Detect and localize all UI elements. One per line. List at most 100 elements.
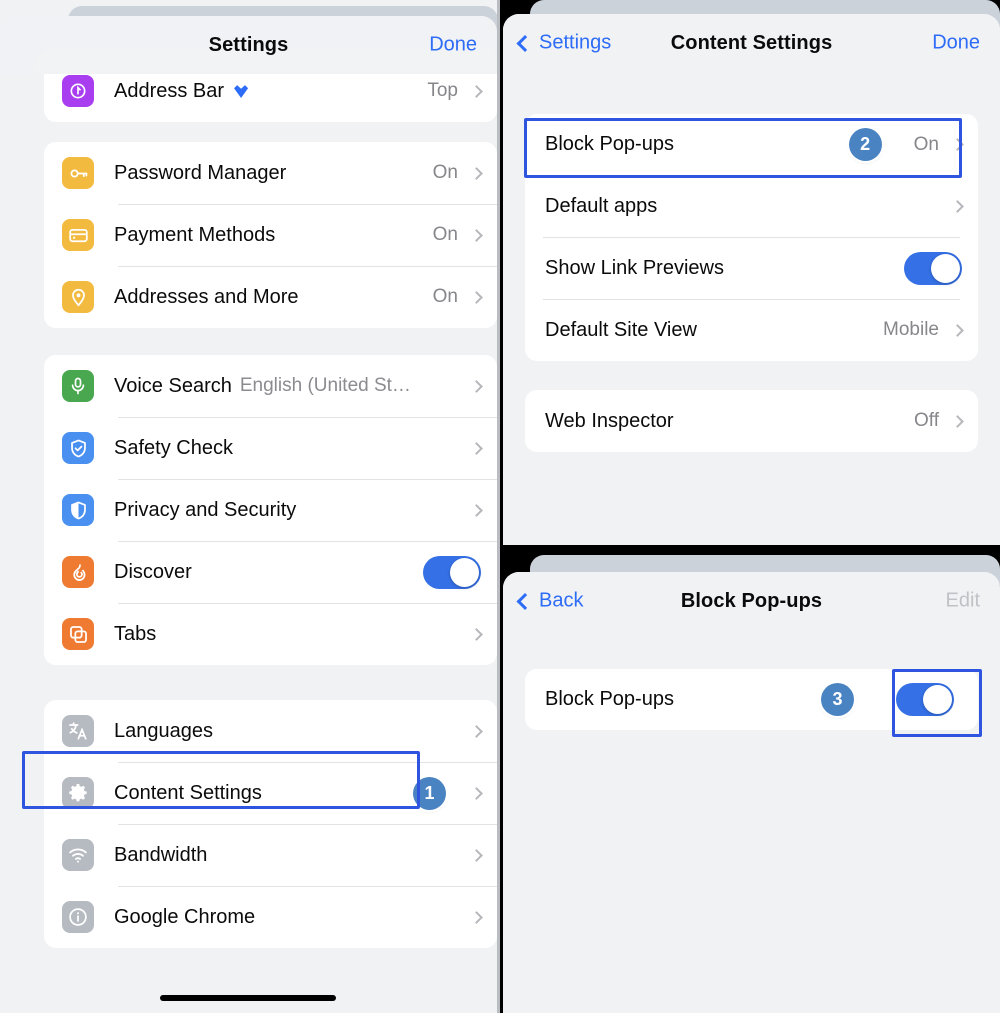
content-row-block-popups[interactable]: Block Pop-ups 2 On	[525, 114, 978, 175]
done-button[interactable]: Done	[429, 34, 477, 57]
info-circle-icon	[62, 901, 94, 933]
address-bar-badge-icon	[234, 85, 249, 98]
home-indicator	[160, 995, 336, 1001]
content-row-label: Web Inspector	[545, 409, 674, 432]
settings-row-label: Discover	[114, 560, 192, 583]
settings-scroll-area[interactable]: Address Bar Top Password Manager On Paym…	[0, 16, 497, 1013]
settings-row-tabs[interactable]: Tabs	[44, 603, 497, 665]
settings-row-label: Google Chrome	[114, 905, 256, 928]
back-to-settings-button[interactable]: Settings	[516, 31, 612, 55]
list-group-block-popups: Block Pop-ups 3	[525, 669, 978, 730]
chevron-right-icon	[470, 379, 483, 393]
location-pin-icon	[62, 281, 94, 313]
content-settings-sheet: Settings Content Settings Done Block Pop…	[503, 14, 1000, 545]
flame-icon	[62, 556, 94, 588]
block-popups-panel: Back Block Pop-ups Edit Block Pop-ups 3	[500, 545, 1000, 1013]
page-title: Content Settings	[670, 31, 833, 54]
settings-row-label: Password Manager	[114, 161, 287, 184]
settings-row-value: On	[432, 286, 458, 307]
settings-row-privacy-and-security[interactable]: Privacy and Security	[44, 479, 497, 541]
gear-icon	[62, 777, 94, 809]
tabs-icon	[62, 618, 94, 650]
page-title: Settings	[208, 33, 289, 56]
settings-row-voice-search[interactable]: Voice Search English (United St…	[44, 355, 497, 417]
address-bar-icon	[62, 75, 94, 107]
content-row-default-apps[interactable]: Default apps	[525, 175, 978, 237]
content-row-label: Default apps	[545, 194, 658, 217]
list-group-content: Block Pop-ups 2 On Default apps Show Lin…	[525, 114, 978, 361]
wifi-icon	[62, 839, 94, 871]
settings-row-payment-methods[interactable]: Payment Methods On	[44, 204, 497, 266]
settings-row-discover[interactable]: Discover	[44, 541, 497, 603]
block-popups-row-label: Block Pop-ups	[545, 688, 674, 710]
edit-button[interactable]: Edit	[946, 590, 980, 613]
settings-row-label: Privacy and Security	[114, 498, 297, 521]
translate-icon	[62, 715, 94, 747]
settings-row-google-chrome[interactable]: Google Chrome	[44, 886, 497, 948]
done-button[interactable]: Done	[932, 32, 980, 55]
step-badge-1: 1	[413, 776, 446, 810]
back-button-label: Settings	[539, 31, 612, 54]
content-row-label: Show Link Previews	[545, 256, 724, 279]
discover-toggle[interactable]	[423, 555, 481, 589]
content-row-show-link-previews[interactable]: Show Link Previews	[525, 237, 978, 299]
chevron-left-icon	[516, 34, 534, 52]
show-link-previews-toggle[interactable]	[904, 251, 962, 285]
content-row-value: On	[913, 133, 939, 155]
settings-row-label: Voice Search	[114, 374, 232, 397]
content-row-label: Default Site View	[545, 318, 697, 341]
settings-row-password-manager[interactable]: Password Manager On	[44, 142, 497, 204]
page-title: Block Pop-ups	[680, 589, 823, 612]
content-row-value: Mobile	[883, 319, 939, 340]
chevron-right-icon	[470, 786, 483, 800]
content-settings-navbar: Settings Content Settings Done	[503, 14, 1000, 72]
shield-half-icon	[62, 494, 94, 526]
block-popups-scroll-area[interactable]: Block Pop-ups 3	[503, 630, 1000, 1013]
chevron-right-icon	[470, 84, 483, 98]
settings-row-label: Tabs	[114, 622, 157, 645]
settings-row-label: Addresses and More	[114, 285, 299, 308]
microphone-icon	[62, 370, 94, 402]
settings-row-value: On	[432, 224, 458, 245]
settings-row-value: On	[432, 162, 458, 183]
screenshot-stage: Address Bar Top Password Manager On Paym…	[0, 0, 1000, 1013]
settings-navbar: Settings Done	[0, 16, 497, 74]
chevron-right-icon	[470, 503, 483, 517]
block-popups-navbar: Back Block Pop-ups Edit	[503, 572, 1000, 630]
settings-row-label: Payment Methods	[114, 223, 276, 246]
block-popups-toggle[interactable]	[896, 683, 954, 716]
settings-row-value: Top	[427, 80, 458, 101]
settings-row-bandwidth[interactable]: Bandwidth	[44, 824, 497, 886]
credit-card-icon	[62, 219, 94, 251]
content-settings-scroll-area[interactable]: Block Pop-ups 2 On Default apps Show Lin…	[503, 72, 1000, 545]
block-popups-row[interactable]: Block Pop-ups 3	[525, 669, 978, 730]
content-row-label: Block Pop-ups	[545, 133, 674, 155]
settings-row-subvalue: English (United St…	[239, 375, 411, 396]
chevron-right-icon	[951, 323, 964, 337]
chevron-right-icon	[470, 290, 483, 304]
chevron-left-icon	[516, 592, 534, 610]
list-group-autofill: Password Manager On Payment Methods On A…	[44, 142, 497, 328]
settings-row-label: Safety Check	[114, 436, 233, 459]
step-badge-3: 3	[821, 683, 854, 716]
settings-row-content-settings[interactable]: Content Settings 1	[44, 762, 497, 824]
back-button[interactable]: Back	[516, 589, 584, 613]
content-settings-panel: Settings Content Settings Done Block Pop…	[500, 0, 1000, 545]
content-row-web-inspector[interactable]: Web Inspector Off	[525, 390, 978, 452]
settings-row-label: Address Bar	[114, 79, 225, 102]
chevron-right-icon	[470, 228, 483, 242]
back-button-label: Back	[539, 589, 584, 612]
chevron-right-icon	[951, 414, 964, 428]
settings-row-safety-check[interactable]: Safety Check	[44, 417, 497, 479]
settings-sheet: Address Bar Top Password Manager On Paym…	[0, 16, 497, 1013]
content-row-default-site-view[interactable]: Default Site View Mobile	[525, 299, 978, 361]
chevron-right-icon	[470, 166, 483, 180]
chevron-right-icon	[470, 910, 483, 924]
settings-row-addresses-and-more[interactable]: Addresses and More On	[44, 266, 497, 328]
list-group-advanced: Languages Content Settings 1 Bandwidth G…	[44, 700, 497, 948]
shield-check-icon	[62, 432, 94, 464]
chevron-right-icon	[470, 441, 483, 455]
settings-row-label: Bandwidth	[114, 843, 208, 866]
chevron-right-icon	[470, 627, 483, 641]
settings-row-languages[interactable]: Languages	[44, 700, 497, 762]
